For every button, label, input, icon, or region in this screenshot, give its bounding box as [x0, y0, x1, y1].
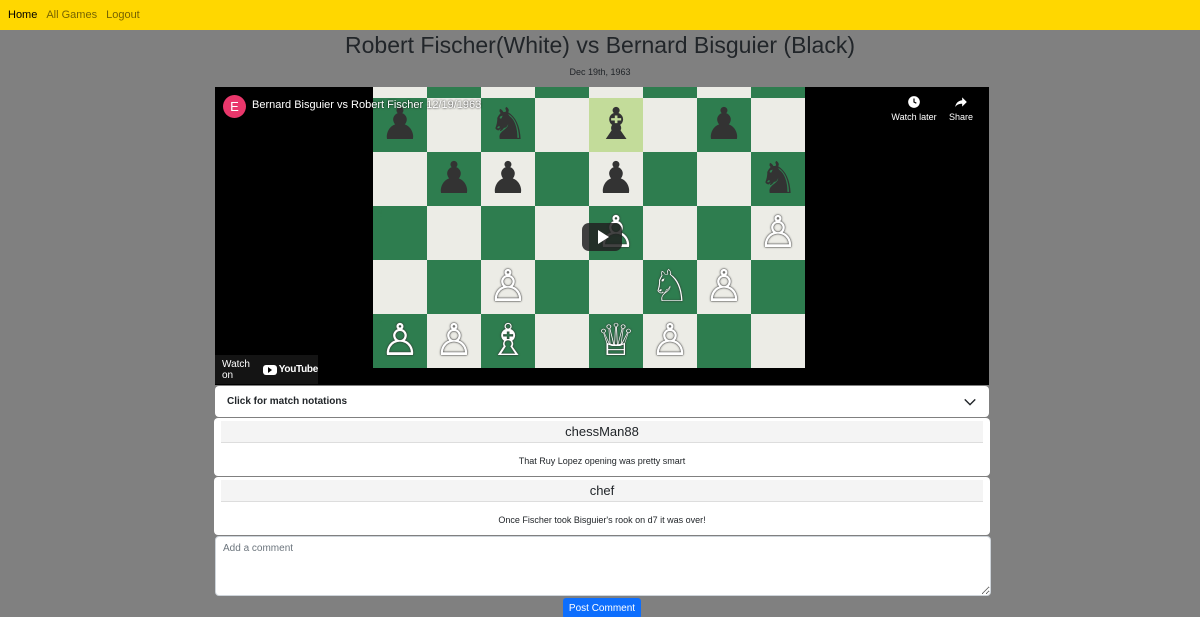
black-piece-c7: ♛: [488, 87, 527, 98]
share-button[interactable]: Share: [936, 95, 986, 122]
board-square-b2: ♙: [427, 314, 481, 368]
comment-username: chessMan88: [221, 421, 983, 443]
nav-logout-link[interactable]: Logout: [106, 9, 140, 21]
black-piece-e5: ♟: [596, 153, 636, 204]
board-square-b4: [427, 206, 481, 260]
board-square-e2: ♕: [589, 314, 643, 368]
board-square-c4: [481, 206, 535, 260]
rank-label: 3: [377, 263, 383, 274]
post-comment-button[interactable]: Post Comment: [563, 598, 641, 617]
comment-input[interactable]: [215, 536, 991, 596]
board-square-h4: ♙: [751, 206, 805, 260]
rank-label: 4: [377, 209, 383, 220]
white-piece-b2: ♙: [434, 315, 474, 366]
comment-card: chef Once Fischer took Bisguier's rook o…: [214, 477, 990, 535]
nav-all-games-link[interactable]: All Games: [46, 9, 97, 21]
board-square-h2: [751, 314, 805, 368]
board-square-c2: ♗: [481, 314, 535, 368]
board-square-f4: [643, 206, 697, 260]
board-square-b5: ♟: [427, 152, 481, 206]
black-piece-c5: ♟: [488, 153, 528, 204]
board-square-g3: ♙: [697, 260, 751, 314]
board-square-b3: [427, 260, 481, 314]
white-piece-c2: ♗: [488, 315, 528, 366]
black-piece-h5: ♞: [758, 153, 798, 204]
board-square-e6: ♝: [589, 98, 643, 152]
board-square-f2: ♙: [643, 314, 697, 368]
board-square-f7: ♟: [643, 87, 697, 98]
board-square-g2: [697, 314, 751, 368]
board-square-h5: ♞: [751, 152, 805, 206]
watch-on-youtube-link[interactable]: Watch on YouTube: [215, 355, 318, 384]
board-square-d4: [535, 206, 589, 260]
white-piece-e2: ♕: [596, 315, 636, 366]
board-square-h3: [751, 260, 805, 314]
page-title: Robert Fischer(White) vs Bernard Bisguie…: [345, 32, 855, 58]
black-piece-f7: ♟: [650, 87, 689, 98]
youtube-logo-icon: YouTube: [262, 364, 319, 375]
board-square-f5: [643, 152, 697, 206]
white-piece-h4: ♙: [758, 207, 798, 258]
board-square-d3: [535, 260, 589, 314]
play-button[interactable]: [582, 223, 622, 251]
board-square-d2: [535, 314, 589, 368]
board-square-d5: [535, 152, 589, 206]
navbar: Home All Games Logout: [0, 0, 1200, 30]
comment-username: chef: [221, 480, 983, 502]
black-piece-g6: ♟: [704, 99, 744, 150]
board-square-d7: [535, 87, 589, 98]
board-square-a7: [373, 87, 427, 98]
black-piece-e6: ♝: [596, 99, 636, 150]
board-square-g7: [697, 87, 751, 98]
white-piece-f3: ♘: [650, 261, 690, 312]
board-square-g4: [697, 206, 751, 260]
game-date: Dec 19th, 1963: [569, 67, 631, 77]
video-title[interactable]: Bernard Bisguier vs Robert Fischer 12/19…: [252, 99, 481, 111]
channel-avatar[interactable]: E: [223, 95, 246, 118]
board-square-d6: [535, 98, 589, 152]
board-square-e3: [589, 260, 643, 314]
board-square-c7: ♛: [481, 87, 535, 98]
comment-card: chessMan88 That Ruy Lopez opening was pr…: [214, 418, 990, 476]
share-arrow-icon: [955, 97, 967, 108]
match-notations-label: Click for match notations: [227, 396, 348, 407]
board-square-h7: ♟: [751, 87, 805, 98]
youtube-logo-text: YouTube: [278, 364, 319, 375]
chevron-down-icon: [964, 398, 976, 406]
black-piece-e7: ♝: [596, 87, 635, 98]
share-label: Share: [948, 112, 974, 122]
board-square-h6: [751, 98, 805, 152]
rank-label: 2: [377, 317, 383, 328]
white-piece-g3: ♙: [704, 261, 744, 312]
board-square-f3: ♘: [643, 260, 697, 314]
board-square-c5: ♟: [481, 152, 535, 206]
board-square-g5: [697, 152, 751, 206]
watch-on-label: Watch on: [222, 358, 250, 381]
video-embed[interactable]: ♛♝♟♟♟♞♝♟♟♟♟♞♙♙♙♘♙♙♙♗♕♙65432 E Bernard Bi…: [215, 87, 989, 385]
board-square-e7: ♝: [589, 87, 643, 98]
comment-text: That Ruy Lopez opening was pretty smart: [518, 456, 686, 466]
nav-home-link[interactable]: Home: [8, 9, 37, 21]
comment-text: Once Fischer took Bisguier's rook on d7 …: [498, 515, 706, 525]
board-square-e5: ♟: [589, 152, 643, 206]
black-piece-h7: ♟: [758, 87, 797, 98]
board-square-c6: ♞: [481, 98, 535, 152]
white-piece-f2: ♙: [650, 315, 690, 366]
white-piece-a2: ♙: [380, 315, 420, 366]
white-piece-c3: ♙: [488, 261, 528, 312]
watch-later-label: Watch later: [891, 112, 937, 122]
match-notations-accordion[interactable]: Click for match notations: [215, 386, 989, 417]
black-piece-b5: ♟: [434, 153, 474, 204]
play-icon: [598, 230, 609, 244]
board-square-c3: ♙: [481, 260, 535, 314]
board-square-f6: [643, 98, 697, 152]
board-square-g6: ♟: [697, 98, 751, 152]
board-square-b7: [427, 87, 481, 98]
watch-later-button[interactable]: Watch later: [889, 95, 939, 122]
clock-icon: [908, 96, 920, 108]
black-piece-c6: ♞: [488, 99, 528, 150]
rank-label: 5: [377, 155, 383, 166]
